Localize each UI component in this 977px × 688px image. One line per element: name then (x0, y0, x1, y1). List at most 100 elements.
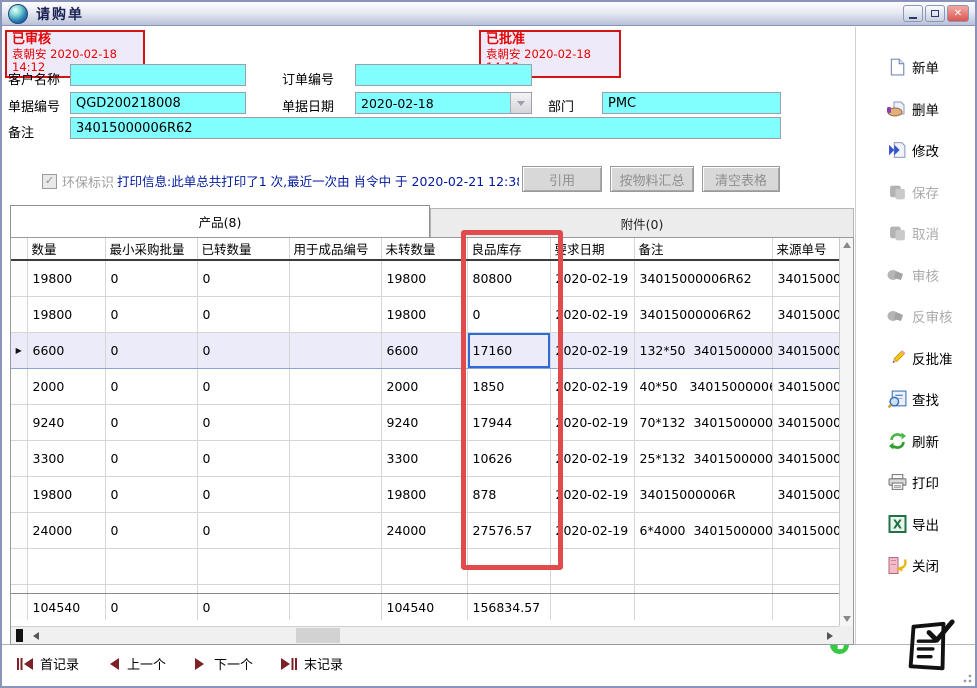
hscroll-thumb[interactable] (296, 628, 340, 643)
grid-column-header[interactable]: 用于成品编号 (289, 238, 381, 260)
reference-button[interactable]: 引用 (522, 166, 602, 192)
grid-cell[interactable]: 0 (197, 405, 289, 441)
grid-column-header[interactable]: 最小采购批量 (105, 238, 197, 260)
grid-cell-empty[interactable] (197, 549, 289, 585)
grid-cell[interactable]: 0 (105, 260, 197, 297)
grid-cell[interactable]: 878 (467, 477, 550, 513)
grid-cell[interactable]: 2020-02-19 (550, 441, 634, 477)
grid-cell[interactable]: 24000 (27, 513, 105, 549)
grid-cell[interactable]: 0 (197, 297, 289, 333)
grid-cell[interactable]: 34015000 (772, 441, 839, 477)
grid-cell-empty[interactable] (381, 549, 467, 585)
grid-cell[interactable]: 2020-02-19 (550, 405, 634, 441)
nav-previous[interactable]: 上一个 (106, 654, 166, 673)
grid-column-header[interactable]: 未转数量 (381, 238, 467, 260)
grid-cell[interactable]: 0 (197, 477, 289, 513)
grid-cell[interactable]: 0 (197, 513, 289, 549)
scroll-down-icon[interactable] (843, 616, 851, 622)
grid-cell[interactable]: 2020-02-19 (550, 477, 634, 513)
grid-cell-empty[interactable] (634, 549, 772, 585)
sidebar-button-modify[interactable]: 修改 (886, 138, 975, 162)
grid-cell[interactable]: 19800 (27, 297, 105, 333)
grid-cell[interactable]: 9240 (27, 405, 105, 441)
grid-cell[interactable]: 6*4000 34015000006R (634, 513, 772, 549)
order-no-field[interactable] (355, 64, 532, 86)
tab-attachments[interactable]: 附件(0) (430, 208, 854, 237)
sidebar-button-refresh[interactable]: 刷新 (886, 429, 975, 453)
grid-cell[interactable]: 80800 (467, 260, 550, 297)
grid-cell[interactable]: 2020-02-19 (550, 369, 634, 405)
tab-products[interactable]: 产品(8) (10, 205, 430, 237)
grid-cell[interactable]: 2000 (381, 369, 467, 405)
grid-cell[interactable] (289, 260, 381, 297)
grid-cell[interactable] (289, 297, 381, 333)
doc-date-dropdown-button[interactable] (510, 93, 531, 113)
grid-cell[interactable]: 34015000 (772, 513, 839, 549)
grid-cell[interactable] (289, 513, 381, 549)
sidebar-button-close[interactable]: 关闭 (886, 553, 975, 577)
grid-cell[interactable]: 0 (197, 441, 289, 477)
grid-cell[interactable]: 2020-02-19 (550, 333, 634, 369)
grid-cell[interactable]: 34015000006R62 (634, 260, 772, 297)
grid-column-header[interactable]: 来源单号 (772, 238, 839, 260)
grid-cell[interactable]: 0 (105, 333, 197, 369)
grid-column-header[interactable]: 已转数量 (197, 238, 289, 260)
row-indicator[interactable] (11, 405, 27, 441)
grid-cell[interactable] (289, 333, 381, 369)
grid-cell[interactable]: 0 (197, 369, 289, 405)
sidebar-button-unaudit[interactable]: 反审核 (886, 304, 975, 328)
minimize-button[interactable] (903, 5, 923, 22)
grid-column-header[interactable]: 数量 (27, 238, 105, 260)
grid-cell[interactable]: 3300 (27, 441, 105, 477)
grid-cell[interactable]: 34015000 (772, 260, 839, 297)
dept-field[interactable] (602, 92, 781, 114)
grid-cell[interactable]: 34015000 (772, 297, 839, 333)
grid-cell[interactable]: 0 (197, 333, 289, 369)
grid-column-header[interactable]: 要求日期 (550, 238, 634, 260)
grid-cell[interactable] (289, 405, 381, 441)
grid-cell[interactable]: 19800 (27, 260, 105, 297)
sidebar-button-save[interactable]: 保存 (886, 180, 975, 204)
vertical-scrollbar[interactable] (839, 238, 853, 626)
sidebar-button-find[interactable]: 查找 (886, 387, 975, 411)
grid-column-header[interactable]: 备注 (634, 238, 772, 260)
grid-cell[interactable]: 2020-02-19 (550, 297, 634, 333)
grid-cell[interactable] (289, 441, 381, 477)
grid-cell[interactable]: 0 (467, 297, 550, 333)
sidebar-button-cancel[interactable]: 取消 (886, 221, 975, 245)
grid-cell-empty[interactable] (27, 549, 105, 585)
grid-cell[interactable]: 0 (197, 260, 289, 297)
sidebar-button-audit[interactable]: 审核 (886, 263, 975, 287)
scroll-left-icon[interactable] (33, 632, 39, 640)
pane-splitter[interactable] (16, 629, 23, 642)
sidebar-button-print[interactable]: 打印 (886, 470, 975, 494)
grid-cell[interactable]: 2000 (27, 369, 105, 405)
scroll-up-icon[interactable] (843, 242, 851, 248)
sidebar-button-new[interactable]: 新单 (886, 55, 975, 79)
grid-cell-empty[interactable] (772, 549, 839, 585)
grid-cell-empty[interactable] (467, 549, 550, 585)
row-indicator[interactable] (11, 297, 27, 333)
grid-cell[interactable]: 2020-02-19 (550, 260, 634, 297)
row-indicator[interactable] (11, 441, 27, 477)
eco-flag-checkbox[interactable]: ✓ 环保标识 (42, 172, 114, 191)
clear-table-button[interactable]: 清空表格 (702, 166, 780, 192)
grid-cell-empty[interactable] (289, 549, 381, 585)
grid-cell[interactable]: 0 (105, 369, 197, 405)
grid-cell[interactable]: 17944 (467, 405, 550, 441)
grid-cell[interactable]: 40*50 34015000006R (634, 369, 772, 405)
grid-cell[interactable]: 24000 (381, 513, 467, 549)
scroll-right-icon[interactable] (827, 632, 833, 640)
close-button[interactable]: ✕ (947, 5, 969, 22)
grid-cell[interactable]: 17160 (467, 333, 550, 369)
grid-cell[interactable]: 2020-02-19 (550, 513, 634, 549)
grid-cell[interactable]: 1850 (467, 369, 550, 405)
sidebar-button-export[interactable]: X 导出 (886, 512, 975, 536)
grid-cell[interactable]: 34015000 (772, 369, 839, 405)
grid-cell[interactable]: 0 (105, 441, 197, 477)
grid-cell-empty[interactable] (550, 549, 634, 585)
grid-cell[interactable]: 70*132 34015000006R (634, 405, 772, 441)
doc-no-field[interactable] (70, 92, 246, 114)
grid-cell[interactable]: 0 (105, 405, 197, 441)
grid-cell[interactable]: 34015000 (772, 333, 839, 369)
